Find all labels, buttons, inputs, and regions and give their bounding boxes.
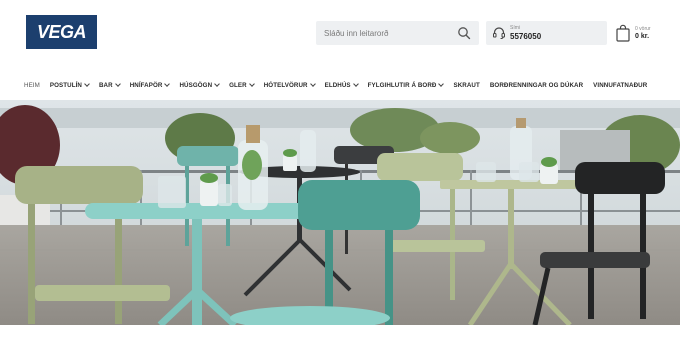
phone-contact[interactable]: Sími 5576050 — [486, 21, 607, 45]
nav-item-heim[interactable]: Heim — [24, 82, 40, 89]
nav-item-label: Heim — [24, 81, 40, 89]
nav-item-vinnufatnadur[interactable]: Vinnufatnaður — [593, 82, 647, 89]
chevron-down-icon — [309, 81, 316, 87]
chevron-down-icon — [114, 81, 121, 87]
brand-logo[interactable]: VEGA — [26, 15, 97, 49]
shopping-bag-icon — [616, 24, 630, 42]
nav-item-hnifapor[interactable]: Hnífapör — [129, 81, 171, 89]
nav-item-label: Hnífapör — [129, 81, 163, 89]
nav-item-label: Borðrenningar og dúkar — [489, 81, 584, 89]
search-icon[interactable] — [457, 26, 471, 40]
chevron-down-icon — [248, 81, 255, 87]
main-navigation: Heim Postulín Bar Hnífapör Húsgögn Gler … — [0, 76, 680, 94]
nav-item-label: Hótelvörur — [263, 81, 308, 89]
nav-item-postulin[interactable]: Postulín — [49, 81, 90, 89]
nav-item-bordrenningar[interactable]: Borðrenningar og dúkar — [490, 82, 583, 89]
nav-item-gler[interactable]: Gler — [229, 81, 255, 89]
chevron-down-icon — [214, 81, 220, 87]
page-bottom-gap — [0, 325, 680, 343]
cart-item-count: 0 vörur — [635, 26, 651, 32]
search-input[interactable] — [324, 28, 454, 38]
nav-item-label: Vinnufatnaður — [593, 81, 648, 89]
nav-item-label: Postulín — [49, 81, 82, 89]
chevron-down-icon — [84, 81, 90, 87]
nav-item-fylgihlutir[interactable]: Fylgihlutir á borð — [367, 81, 445, 89]
nav-item-eldhus[interactable]: Eldhús — [324, 81, 359, 89]
nav-item-husgogn[interactable]: Húsgögn — [179, 81, 220, 89]
nav-item-label: Gler — [229, 81, 247, 89]
nav-item-label: Skraut — [453, 81, 480, 89]
hero-banner-image[interactable] — [0, 100, 680, 325]
phone-number: 5576050 — [510, 32, 542, 41]
chevron-down-icon — [164, 81, 171, 87]
nav-item-label: Eldhús — [324, 81, 351, 89]
cart-summary[interactable]: 0 vörur 0 kr. — [615, 24, 675, 46]
hero-scene — [0, 100, 680, 325]
nav-item-bar[interactable]: Bar — [98, 81, 121, 89]
site-header: VEGA Sími 5576050 0 vörur 0 kr. — [0, 0, 680, 68]
phone-label: Sími — [510, 25, 520, 31]
nav-item-label: Bar — [98, 81, 113, 89]
chevron-down-icon — [352, 81, 359, 87]
chevron-down-icon — [438, 81, 445, 87]
nav-item-hotelvorur[interactable]: Hótelvörur — [263, 81, 316, 89]
logo-text: VEGA — [36, 21, 87, 42]
nav-item-skraut[interactable]: Skraut — [453, 82, 479, 89]
search-box[interactable] — [316, 21, 479, 45]
headset-icon — [493, 27, 505, 40]
cart-total: 0 kr. — [635, 33, 650, 40]
nav-item-label: Húsgögn — [179, 81, 213, 89]
nav-item-label: Fylgihlutir á borð — [367, 81, 437, 89]
